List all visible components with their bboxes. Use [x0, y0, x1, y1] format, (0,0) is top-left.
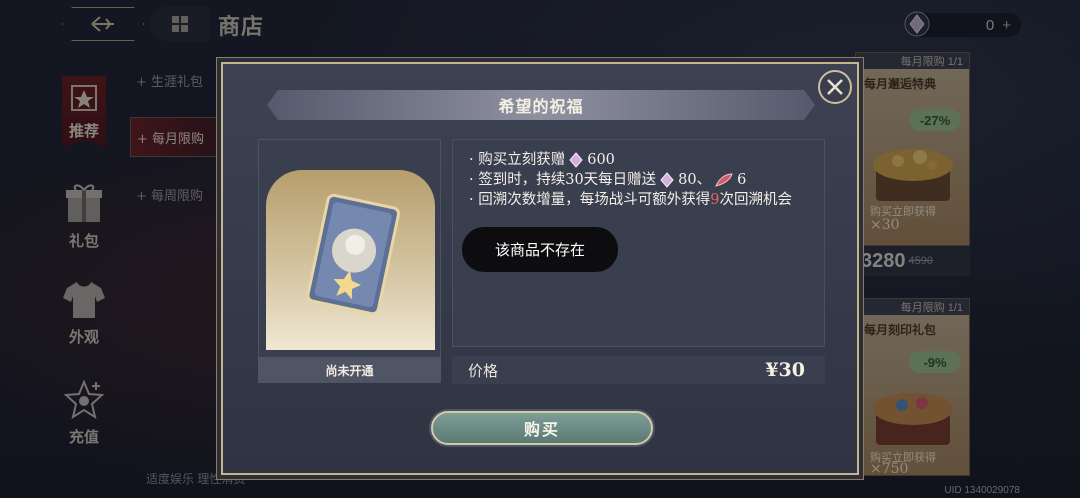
close-icon — [827, 79, 843, 95]
close-button[interactable] — [818, 70, 852, 104]
desc-text: · 回溯次数增量，每场战斗可额外获得 — [469, 192, 711, 208]
desc-line: · 回溯次数增量，每场战斗可额外获得9次回溯机会 — [469, 190, 808, 210]
price-label: 价格 — [468, 361, 499, 380]
desc-value: 80、 — [678, 172, 712, 188]
buy-button[interactable]: 购买 — [431, 411, 653, 445]
price-row: 价格 ¥30 — [452, 356, 825, 384]
price-value: ¥30 — [765, 359, 805, 381]
desc-line: · 购买立刻获赠 600 — [469, 150, 808, 170]
desc-value: 6 — [737, 172, 747, 188]
toast-message: 该商品不存在 — [462, 227, 618, 272]
item-card — [258, 139, 441, 383]
desc-text: 次回溯机会 — [719, 192, 792, 208]
rewind-feather-icon — [715, 173, 733, 187]
dialog-title: 希望的祝福 — [267, 90, 815, 120]
gem-icon — [660, 172, 674, 188]
desc-line: · 签到时，持续30天每日赠送 80、 6 — [469, 170, 808, 190]
gem-icon — [569, 152, 583, 168]
card-status: 尚未开通 — [258, 357, 441, 383]
desc-text: · 购买立刻获赠 — [469, 152, 566, 168]
desc-text: · 签到时，持续30天每日赠送 — [469, 172, 657, 188]
card-illustration — [266, 170, 435, 350]
desc-value: 600 — [587, 152, 615, 168]
blessing-card-icon — [306, 193, 401, 316]
